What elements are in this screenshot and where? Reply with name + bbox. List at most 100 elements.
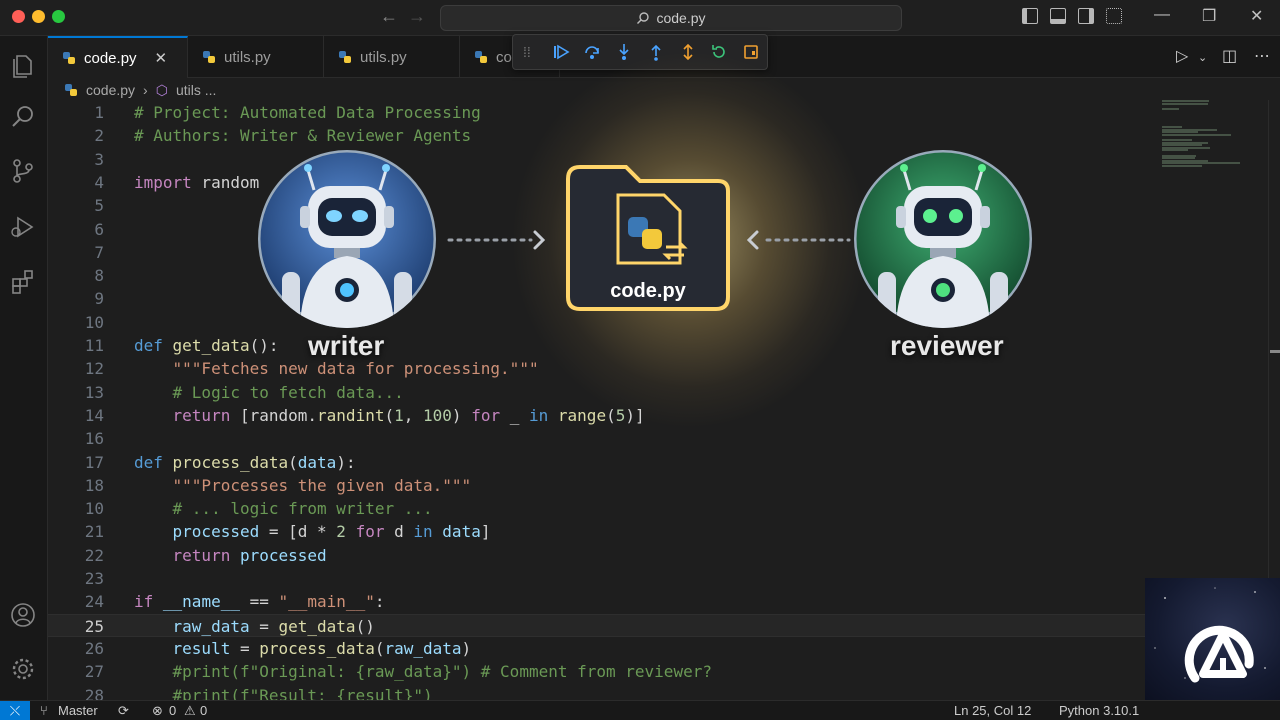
- reviewer-arrow-icon: [746, 230, 851, 250]
- line-number: 7: [94, 242, 104, 262]
- line-number: 24: [84, 592, 104, 612]
- cursor-position[interactable]: Ln 25, Col 12: [954, 703, 1031, 718]
- search-icon: [637, 12, 650, 24]
- branch-name[interactable]: Master: [58, 703, 98, 718]
- line-number: 3: [94, 149, 104, 169]
- search-icon[interactable]: [8, 102, 38, 132]
- line-number: 13: [84, 382, 104, 402]
- close-icon[interactable]: ✕: [1250, 6, 1263, 26]
- tab-code-py[interactable]: code.py ✕: [48, 36, 188, 78]
- tab-utils-py-2[interactable]: utils.py: [324, 36, 460, 78]
- line-number: 6: [94, 219, 104, 239]
- problems-count[interactable]: 0: [169, 703, 176, 718]
- writer-robot-avatar: [258, 150, 436, 328]
- minimap[interactable]: [1158, 100, 1258, 170]
- line-number: 4: [94, 172, 104, 192]
- more-actions-icon[interactable]: ⋯: [1254, 46, 1270, 66]
- code-line[interactable]: 10 # ... logic from writer ...: [48, 497, 1148, 520]
- minimap-line: [1162, 133, 1231, 136]
- line-number: 5: [94, 196, 104, 216]
- minimap-line: [1162, 107, 1179, 110]
- line-number: 23: [84, 569, 104, 588]
- tab-label: utils.py: [360, 48, 407, 66]
- line-number: 10: [84, 312, 104, 332]
- warning-icon[interactable]: ⚠: [184, 703, 196, 719]
- toggle-secondary-sidebar-icon[interactable]: [1078, 8, 1094, 24]
- line-number: 8: [94, 266, 104, 286]
- split-editor-icon[interactable]: ◫: [1222, 46, 1237, 66]
- source-control-icon[interactable]: [8, 156, 38, 186]
- account-icon[interactable]: [8, 600, 38, 630]
- command-center-text: code.py: [656, 10, 706, 26]
- python-file-icon: [339, 51, 351, 63]
- chevron-down-icon[interactable]: ⌄: [1198, 51, 1207, 64]
- code-line[interactable]: 21 processed = [d * 2 for d in data]: [48, 520, 1148, 543]
- maximize-window-button[interactable]: [52, 10, 65, 23]
- code-text: return processed: [134, 545, 327, 565]
- command-center-search[interactable]: code.py: [440, 5, 902, 31]
- customize-layout-icon[interactable]: [1106, 8, 1122, 24]
- python-file-icon: [203, 51, 215, 63]
- code-text: processed = [d * 2 for d in data]: [134, 522, 491, 542]
- code-file-label: code.py: [610, 280, 686, 302]
- channel-logo: [1145, 578, 1280, 700]
- current-code-line[interactable]: 25 raw_data = get_data(): [48, 613, 1148, 637]
- toggle-panel-icon[interactable]: [1050, 8, 1066, 24]
- minimize-window-button[interactable]: [32, 10, 45, 23]
- explorer-icon[interactable]: [8, 50, 38, 80]
- restore-icon[interactable]: ❐: [1202, 6, 1216, 26]
- line-number: 2: [94, 126, 104, 146]
- extensions-icon[interactable]: [8, 266, 38, 296]
- run-file-icon[interactable]: ▷: [1176, 46, 1188, 66]
- tab-label: code.py: [84, 49, 137, 67]
- run-debug-icon[interactable]: [8, 212, 38, 242]
- code-line[interactable]: 18 """Processes the given data.""": [48, 474, 1148, 497]
- scrollbar-cursor-marker: [1270, 350, 1280, 353]
- toggle-primary-sidebar-icon[interactable]: [1022, 8, 1038, 24]
- line-number: 10: [84, 499, 104, 519]
- line-number: 9: [94, 289, 104, 309]
- tab-label: utils.py: [224, 48, 271, 66]
- error-icon[interactable]: ⊗: [152, 703, 163, 719]
- minimap-line: [1162, 165, 1203, 167]
- gear-icon[interactable]: [8, 654, 38, 684]
- line-number: 27: [84, 662, 104, 682]
- code-text: result = process_data(raw_data): [134, 638, 472, 658]
- code-line[interactable]: 23: [48, 567, 1148, 590]
- breadcrumb-file[interactable]: code.py: [86, 82, 135, 98]
- line-number: 25: [84, 616, 104, 636]
- sync-icon[interactable]: ⟳: [118, 703, 129, 719]
- chevron-right-icon: ›: [143, 82, 148, 98]
- writer-label: writer: [308, 330, 385, 361]
- tab-utils-py[interactable]: utils.py: [188, 36, 324, 78]
- arrow-left-icon[interactable]: ←: [380, 6, 398, 27]
- python-file-icon: [63, 52, 75, 64]
- line-number: 12: [84, 359, 104, 379]
- layout-controls: [1022, 8, 1122, 24]
- code-line[interactable]: 26 result = process_data(raw_data): [48, 637, 1148, 660]
- minimap-line: [1162, 102, 1208, 105]
- code-text: raw_data = get_data(): [134, 616, 375, 636]
- warnings-count[interactable]: 0: [200, 703, 207, 718]
- remote-indicator-icon[interactable]: ⤬: [0, 701, 30, 720]
- minimize-icon[interactable]: —: [1154, 6, 1170, 24]
- close-window-button[interactable]: [12, 10, 25, 23]
- writer-arrow-icon: [447, 230, 546, 250]
- code-line[interactable]: 22 return processed: [48, 544, 1148, 567]
- code-line[interactable]: 17 def process_data(data):: [48, 451, 1148, 474]
- language-interpreter[interactable]: Python 3.10.1: [1059, 703, 1139, 718]
- branch-icon[interactable]: ⑂: [40, 703, 48, 718]
- close-icon[interactable]: ✕: [155, 49, 168, 67]
- line-number: 18: [84, 475, 104, 495]
- line-number: 26: [84, 638, 104, 658]
- line-number: 22: [84, 545, 104, 565]
- arrow-right-icon[interactable]: →: [408, 6, 426, 27]
- line-number: 17: [84, 452, 104, 472]
- code-line[interactable]: 24 if __name__ == "__main__":: [48, 590, 1148, 613]
- code-line[interactable]: 16: [48, 427, 1148, 450]
- breadcrumb-symbol[interactable]: utils ...: [176, 82, 216, 98]
- code-text: if __name__ == "__main__":: [134, 592, 385, 612]
- code-text: # ... logic from writer ...: [134, 499, 433, 519]
- code-text: # Project: Automated Data Processing: [134, 103, 481, 122]
- code-line[interactable]: 27 #print(f"Original: {raw_data}") # Com…: [48, 660, 1148, 683]
